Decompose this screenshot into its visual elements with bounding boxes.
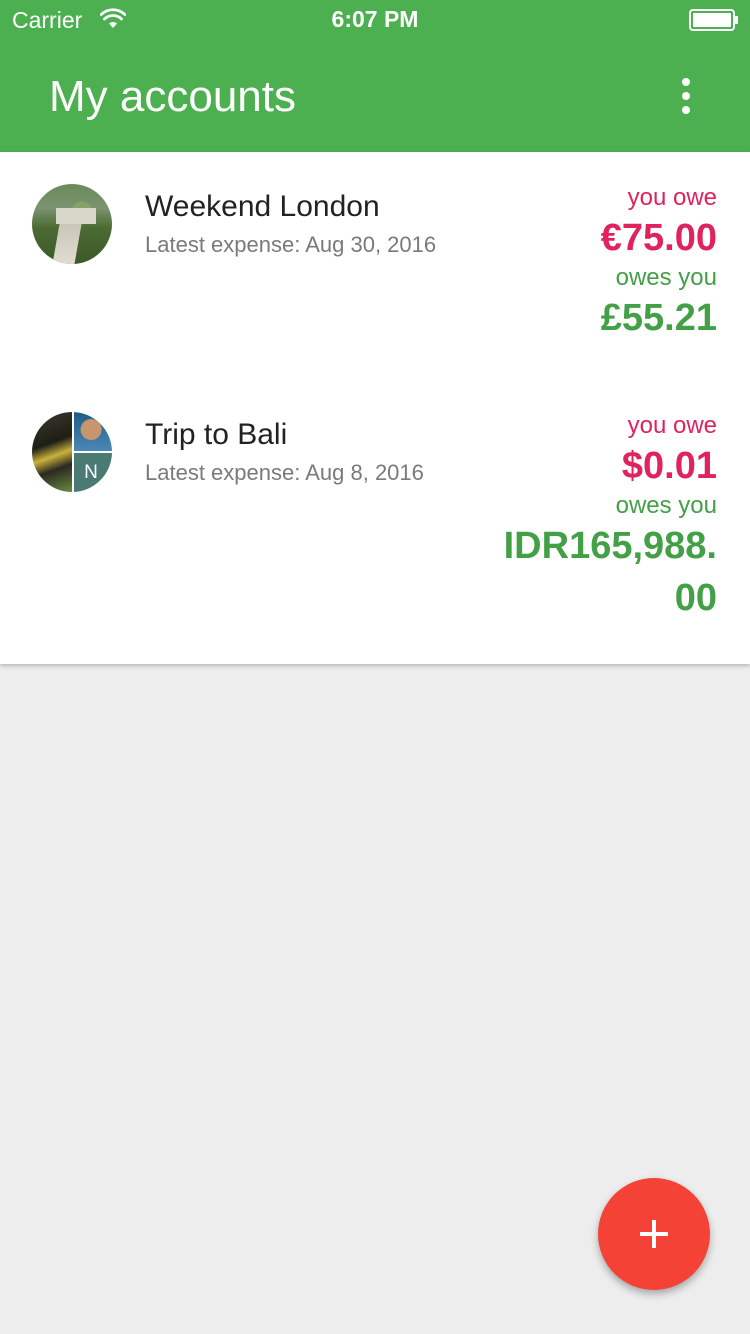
owes-you-label: owes you [615,264,717,291]
account-balances: you owe €75.00 owes you £55.21 [457,184,717,344]
add-account-button[interactable] [598,1178,710,1290]
status-time: 6:07 PM [331,6,419,32]
accounts-list: Weekend London Latest expense: Aug 30, 2… [0,152,750,664]
owes-you-amount: £55.21 [600,297,717,339]
page-title: My accounts [49,72,296,121]
overflow-menu-button[interactable] [666,74,706,118]
member-initial: N [74,453,112,492]
account-row-weekend-london[interactable]: Weekend London Latest expense: Aug 30, 2… [0,152,750,380]
account-avatar [32,184,112,264]
you-owe-label: you owe [627,184,717,211]
you-owe-amount: $0.01 [621,445,717,487]
owes-you-amount-continued: 00 [674,577,717,619]
more-vert-icon [682,78,690,86]
owes-you-label: owes you [615,492,717,519]
you-owe-amount: €75.00 [600,217,717,259]
you-owe-label: you owe [627,412,717,439]
account-row-trip-to-bali[interactable]: N Trip to Bali Latest expense: Aug 8, 20… [0,380,750,664]
app-header: Carrier 6:07 PM My accounts [0,0,750,152]
latest-expense: Latest expense: Aug 8, 2016 [145,460,424,485]
latest-expense: Latest expense: Aug 30, 2016 [145,232,437,257]
account-balances: you owe $0.01 owes you IDR165,988. 00 [457,412,717,632]
status-bar: Carrier 6:07 PM [0,0,750,40]
account-avatar: N [32,412,112,492]
account-name: Weekend London [145,190,380,223]
account-name: Trip to Bali [145,418,288,451]
battery-icon [689,9,738,31]
